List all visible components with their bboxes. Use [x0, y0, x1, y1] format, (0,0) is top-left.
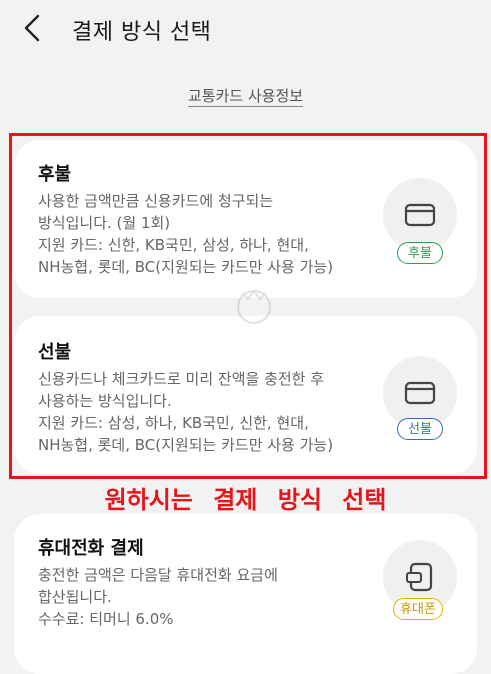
payment-option-prepaid[interactable]: 선불 신용카드나 체크카드로 미리 잔액을 충전한 후 사용하는 방식입니다. …	[14, 316, 477, 474]
postpaid-badge: 후불	[397, 242, 443, 264]
card-title: 휴대전화 결제	[38, 538, 144, 559]
card-icon-circle	[383, 178, 457, 252]
card-desc-line: 신용카드나 체크카드로 미리 잔액을 충전한 후	[38, 370, 325, 388]
payment-option-postpaid[interactable]: 후불 사용한 금액만큼 신용카드에 청구되는 방식입니다. (월 1회) 지원 …	[14, 140, 477, 298]
card-support-line: NH농협, 롯데, BC(지원되는 카드만 사용 가능)	[38, 436, 334, 454]
transit-card-info-link[interactable]: 교통카드 사용정보	[187, 87, 304, 107]
card-desc-line: 합산됩니다.	[38, 588, 112, 606]
card-desc-line: 사용하는 방식입니다.	[38, 392, 172, 410]
card-desc-line: 사용한 금액만큼 신용카드에 청구되는	[38, 192, 274, 210]
annotation-text: 원하시는 결제 방식 선택	[104, 486, 387, 514]
card-desc-line: 충전한 금액은 다음달 휴대전화 요금에	[38, 566, 278, 584]
card-support-line: 지원 카드: 신한, KB국민, 삼성, 하나, 현대,	[38, 236, 309, 254]
back-button[interactable]	[18, 10, 50, 46]
phone-card-icon	[406, 562, 433, 592]
credit-card-icon	[404, 381, 436, 405]
payment-option-mobile[interactable]: 휴대전화 결제 충전한 금액은 다음달 휴대전화 요금에 합산됩니다. 수수료:…	[14, 514, 477, 674]
mobile-badge: 휴대폰	[393, 598, 443, 620]
prepaid-badge: 선불	[397, 418, 443, 440]
card-desc-line: 방식입니다. (월 1회)	[38, 214, 171, 232]
page-title: 결제 방식 선택	[72, 20, 212, 45]
card-support-line: 수수료: 티머니 6.0%	[38, 610, 174, 628]
card-title: 후불	[38, 164, 72, 185]
transit-card-info: 교통카드 사용정보	[0, 85, 491, 107]
chevron-left-icon	[24, 14, 40, 42]
app-header: 결제 방식 선택	[0, 0, 491, 60]
card-title: 선불	[38, 342, 72, 363]
card-description: 충전한 금액은 다음달 휴대전화 요금에 합산됩니다. 수수료: 티머니 6.0…	[38, 564, 368, 630]
card-description: 신용카드나 체크카드로 미리 잔액을 충전한 후 사용하는 방식입니다. 지원 …	[38, 368, 368, 456]
card-support-line: 지원 카드: 삼성, 하나, KB국민, 신한, 현대,	[38, 414, 309, 432]
card-description: 사용한 금액만큼 신용카드에 청구되는 방식입니다. (월 1회) 지원 카드:…	[38, 190, 368, 278]
watermark-emblem	[237, 289, 271, 324]
credit-card-icon	[404, 203, 436, 227]
card-support-line: NH농협, 롯데, BC(지원되는 카드만 사용 가능)	[38, 258, 334, 276]
